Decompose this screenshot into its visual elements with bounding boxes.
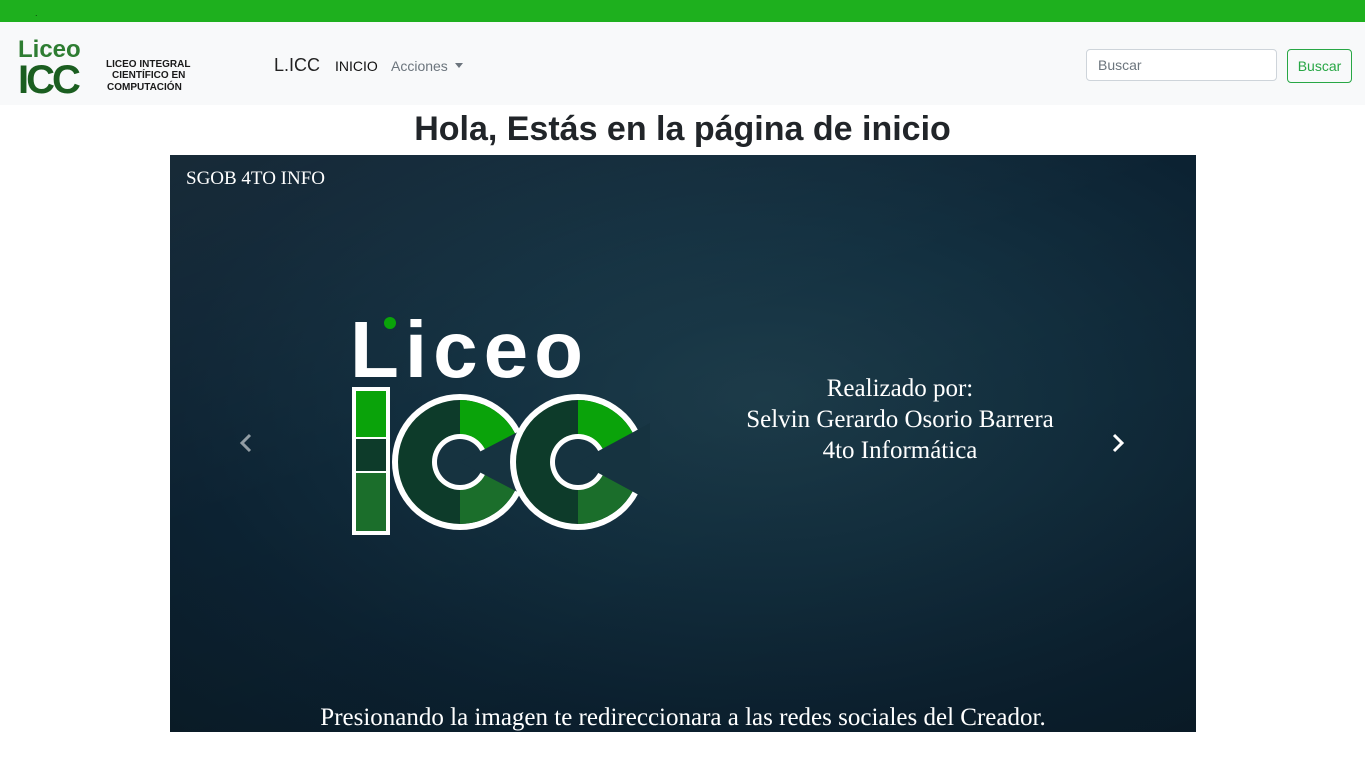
slide-tag: SGOB 4TO INFO <box>186 168 326 189</box>
caret-down-icon[interactable] <box>455 63 463 68</box>
nav-inicio-link[interactable]: INICIO <box>335 58 378 74</box>
logo-word-icc: ICC <box>18 58 80 97</box>
logo-i-bottom <box>356 473 386 531</box>
top-color-bar: . <box>0 0 1365 22</box>
slide-credits: Realizado por: Selvin Gerardo Osorio Bar… <box>718 373 1082 466</box>
credits-line-2: Selvin Gerardo Osorio Barrera <box>746 406 1054 433</box>
search-input[interactable] <box>1086 49 1277 81</box>
carousel[interactable]: SGOB 4TO INFO Liceo Realizado por: Selvi… <box>170 155 1196 732</box>
credits-line-1: Realizado por: <box>826 375 974 402</box>
nav-acciones-dropdown[interactable]: Acciones <box>391 58 448 74</box>
navbar: Liceo ICC LICEO INTEGRAL CIENTÍFICO EN C… <box>0 22 1365 105</box>
logo-line-2: CIENTÍFICO EN <box>112 68 185 81</box>
topbar-dot: . <box>35 8 38 18</box>
logo-i-mid <box>356 439 386 471</box>
logo-line-3: COMPUTACIÓN <box>107 80 182 93</box>
slide-logo-image[interactable]: Liceo <box>350 315 650 537</box>
credits-line-3: 4to Informática <box>822 437 978 464</box>
brand-logo[interactable]: Liceo ICC LICEO INTEGRAL CIENTÍFICO EN C… <box>18 35 198 97</box>
logo-dot-icon <box>384 317 396 329</box>
chevron-left-icon[interactable] <box>239 433 252 453</box>
logo-line-1: LICEO INTEGRAL <box>106 59 190 70</box>
navbar-brand[interactable]: L.ICC <box>274 55 320 76</box>
carousel-prev-button[interactable] <box>236 431 256 455</box>
search-button[interactable]: Buscar <box>1287 49 1352 83</box>
page-title: Hola, Estás en la página de inicio <box>414 110 951 148</box>
chevron-right-icon[interactable] <box>1112 433 1125 453</box>
slide-caption: Presionando la imagen te redireccionara … <box>320 704 1046 731</box>
logo-i-top <box>356 391 386 437</box>
carousel-next-button[interactable] <box>1108 431 1128 455</box>
